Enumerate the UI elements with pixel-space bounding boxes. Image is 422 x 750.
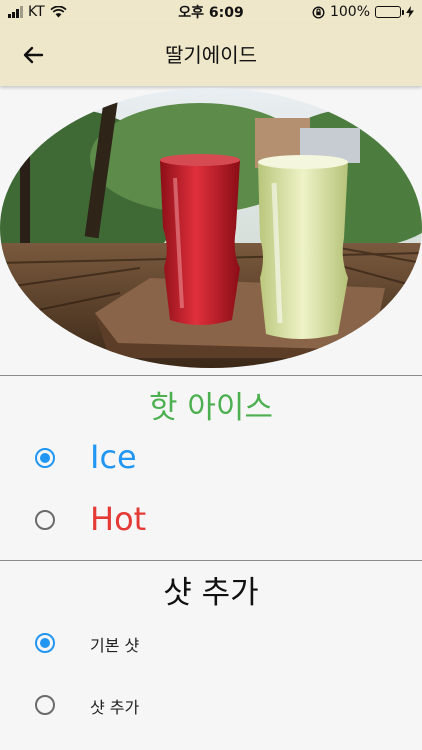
option-label-ice: Ice — [90, 438, 137, 476]
status-bar: KT 오후 6:09 100% — [0, 0, 422, 24]
radio-button-hot[interactable] — [35, 510, 55, 530]
divider-middle — [0, 560, 422, 561]
option-label-extra-shot: 샷 추가 — [90, 698, 140, 717]
divider-top — [0, 375, 422, 376]
radio-option-hot[interactable]: Hot — [0, 492, 422, 548]
radio-button-extra-shot[interactable] — [35, 695, 55, 715]
option-label-default-shot: 기본 샷 — [90, 636, 140, 655]
radio-option-default-shot[interactable]: 기본 샷 — [0, 616, 422, 670]
temperature-section-title: 핫 아이스 — [149, 390, 273, 426]
status-time: 오후 6:09 — [178, 5, 244, 21]
app-bar: 딸기에이드 — [0, 24, 422, 86]
shot-section-title: 샷 추가 — [163, 575, 259, 611]
option-label-hot: Hot — [90, 500, 147, 538]
radio-button-ice[interactable] — [35, 448, 55, 468]
radio-option-ice[interactable]: Ice — [0, 430, 422, 486]
battery-icon — [375, 6, 404, 18]
radio-option-extra-shot[interactable]: 샷 추가 — [0, 678, 422, 732]
radio-button-default-shot[interactable] — [35, 633, 55, 653]
page-title: 딸기에이드 — [165, 43, 257, 67]
product-image — [0, 88, 422, 368]
